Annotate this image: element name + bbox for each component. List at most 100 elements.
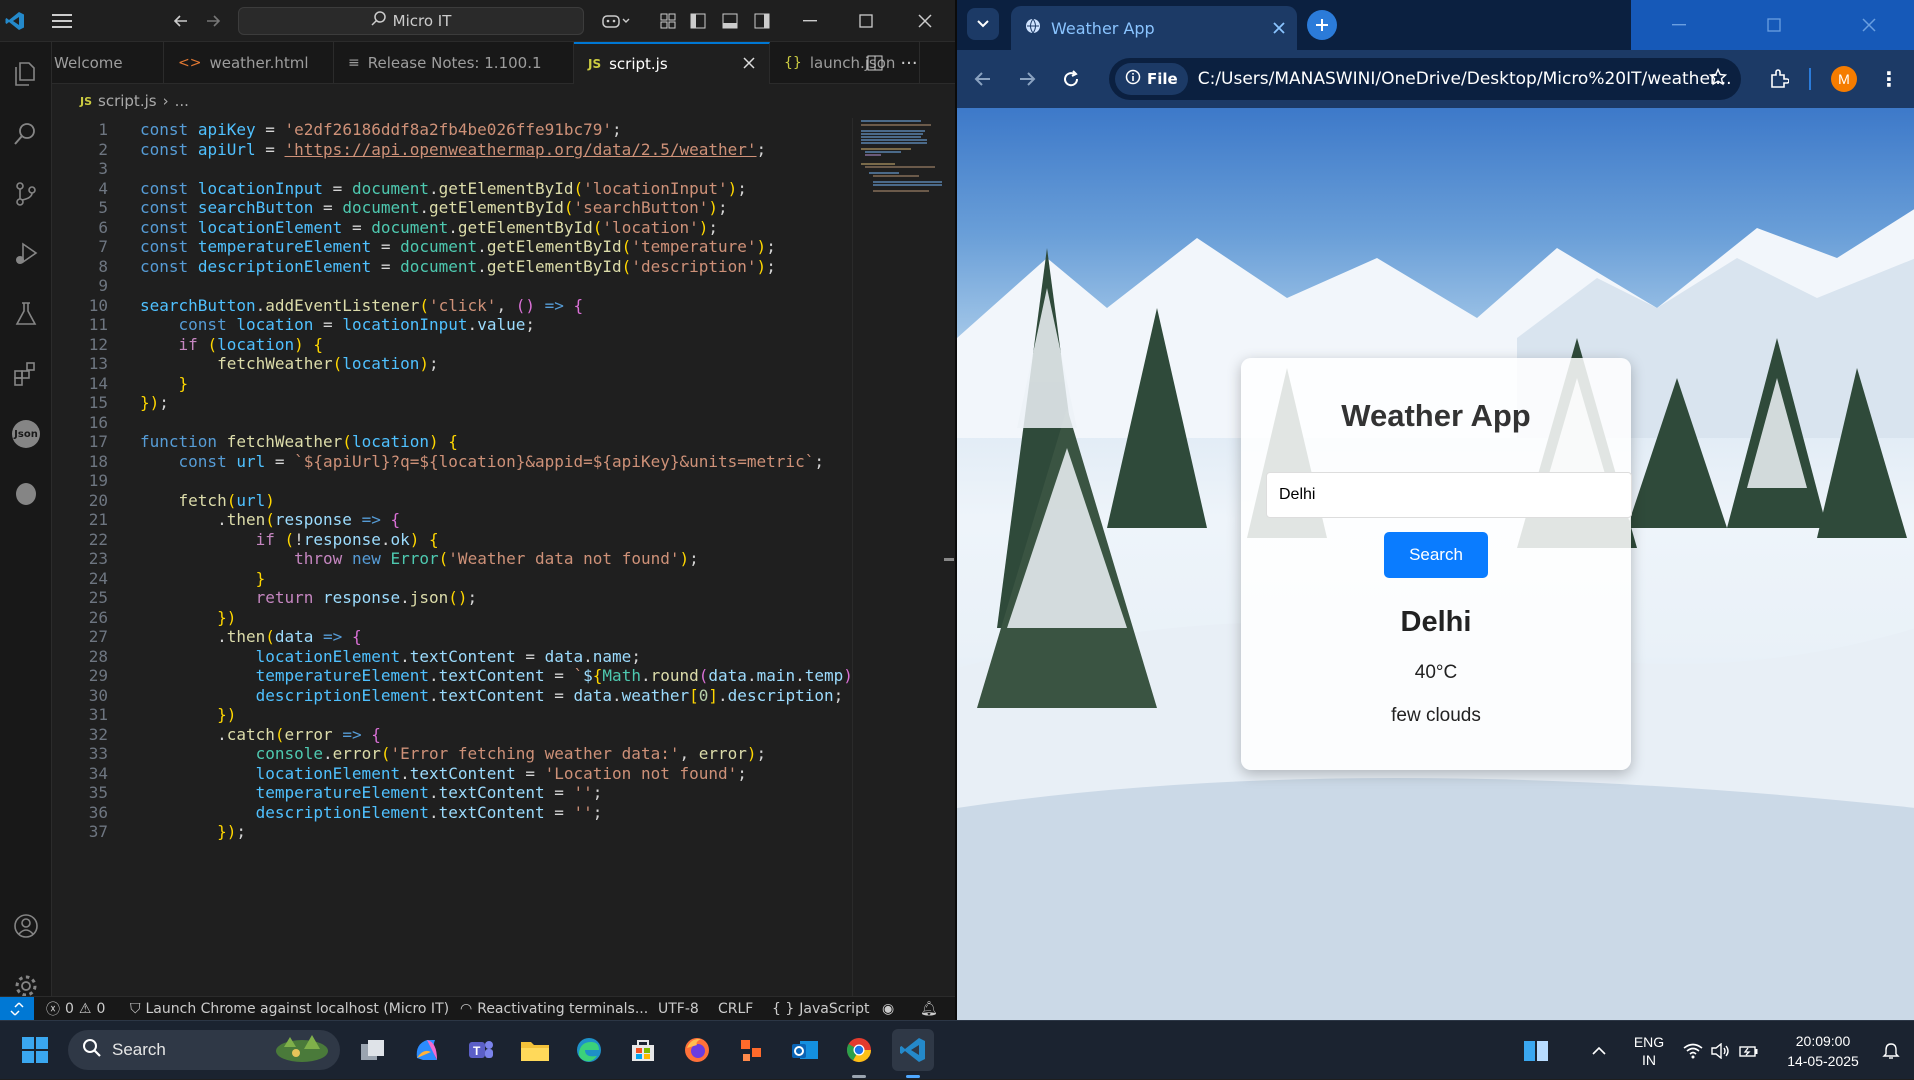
vscode-app-icon[interactable]	[892, 1029, 934, 1071]
temperature-result: 40°C	[1414, 662, 1458, 683]
breadcrumb-file[interactable]: script.js	[98, 92, 157, 110]
copilot-icon[interactable]	[596, 0, 636, 42]
chrome-icon[interactable]	[838, 1029, 880, 1071]
search-label: Search	[112, 1040, 166, 1059]
browser-tab-weather-app[interactable]: Weather App	[1011, 6, 1297, 50]
extensions-icon[interactable]	[0, 350, 52, 398]
tab-label: Release Notes: 1.100.1	[367, 54, 542, 72]
location-input[interactable]: Delhi	[1266, 472, 1632, 518]
profile-avatar[interactable]: M	[1831, 66, 1857, 92]
testing-icon[interactable]	[0, 290, 52, 338]
search-button[interactable]: Search	[1384, 532, 1488, 578]
back-arrow-icon[interactable]	[166, 0, 196, 42]
url-text: C:/Users/MANASWINI/OneDrive/Desktop/Micr…	[1197, 69, 1732, 89]
minimize-icon[interactable]	[790, 0, 830, 42]
vscode-window: Micro IT Json Welcome <> weather.html ≡ …	[0, 0, 955, 1021]
extensions-icon[interactable]	[1763, 64, 1795, 94]
breadcrumb-more[interactable]: ...	[175, 92, 189, 110]
widgets-icon[interactable]	[1512, 1021, 1560, 1080]
source-control-icon[interactable]	[0, 170, 52, 218]
maximize-icon[interactable]	[1726, 0, 1821, 50]
battery-icon[interactable]	[1736, 1021, 1762, 1080]
code-line[interactable]: 37 });	[52, 820, 852, 844]
copilot-status-icon[interactable]: ◉	[882, 997, 894, 1021]
wifi-icon[interactable]	[1680, 1021, 1706, 1080]
tab-script-js[interactable]: JS script.js	[574, 42, 770, 84]
status-bar: ⓧ 0 ⚠ 0 ⛉ Launch Chrome against localhost (…	[0, 996, 955, 1021]
new-tab-icon[interactable]	[1307, 10, 1337, 40]
toggle-panel-icon[interactable]	[716, 0, 744, 42]
explorer-icon[interactable]	[0, 50, 52, 98]
forward-arrow-icon[interactable]	[198, 0, 228, 42]
volume-icon[interactable]	[1708, 1021, 1734, 1080]
firefox-icon[interactable]	[676, 1029, 718, 1071]
minimize-icon[interactable]	[1631, 0, 1726, 50]
edge-icon[interactable]	[568, 1029, 610, 1071]
show-hidden-icons[interactable]	[1584, 1021, 1614, 1080]
json-icon[interactable]: Json	[0, 410, 52, 458]
encoding-status[interactable]: UTF-8	[658, 997, 699, 1021]
warnings-count: 0	[96, 1001, 106, 1017]
microsoft-store-icon[interactable]	[622, 1029, 664, 1071]
language-label: JavaScript	[799, 1001, 870, 1017]
debug-launch-status[interactable]: ⛉ Launch Chrome against localhost (Micro …	[130, 997, 449, 1021]
back-arrow-icon[interactable]	[967, 64, 999, 94]
maximize-icon[interactable]	[846, 0, 886, 42]
tab-search-icon[interactable]	[967, 8, 999, 40]
menu-icon[interactable]	[44, 0, 80, 42]
tab-welcome[interactable]: Welcome	[52, 42, 164, 84]
taskbar-search[interactable]: Search	[68, 1030, 340, 1070]
weather-card: Weather App Delhi Search Delhi 40°C few …	[1241, 358, 1632, 770]
problems-indicator[interactable]: ⓧ 0 ⚠ 0	[46, 997, 105, 1021]
file-label: File	[1147, 70, 1178, 88]
browser-menu-icon[interactable]: ⋮	[1877, 64, 1901, 94]
database-icon[interactable]	[0, 470, 52, 518]
language-mode[interactable]: { } JavaScript	[772, 997, 869, 1021]
search-icon[interactable]	[0, 110, 52, 158]
reload-icon[interactable]	[1055, 64, 1087, 94]
eol-status[interactable]: CRLF	[718, 997, 753, 1021]
tab-weather-html[interactable]: <> weather.html	[164, 42, 334, 84]
clock[interactable]: 20:09:00 14-05-2025	[1778, 1021, 1868, 1080]
tab-label: Welcome	[54, 54, 123, 72]
layout-icon[interactable]	[654, 0, 682, 42]
toggle-sidebar-icon[interactable]	[684, 0, 712, 42]
close-icon[interactable]	[1821, 0, 1914, 50]
teams-icon[interactable]: T	[460, 1029, 502, 1071]
forward-arrow-icon[interactable]	[1011, 64, 1043, 94]
code-editor[interactable]: 1 const apiKey = 'e2df26186ddf8a2fb4be026…	[52, 118, 852, 996]
language-indicator[interactable]: ENG IN	[1626, 1021, 1672, 1080]
notes-icon: ≡	[348, 55, 360, 71]
file-explorer-icon[interactable]	[514, 1029, 556, 1071]
editor-scrollbar[interactable]	[942, 118, 955, 996]
toggle-secondary-sidebar-icon[interactable]	[748, 0, 776, 42]
split-editor-icon[interactable]	[860, 42, 890, 84]
office-app-icon[interactable]	[730, 1029, 772, 1071]
more-actions-icon[interactable]: ···	[894, 42, 924, 84]
sync-icon: ◠	[460, 1001, 473, 1017]
tab-release-notes[interactable]: ≡ Release Notes: 1.100.1	[334, 42, 574, 84]
notifications-icon[interactable]: 🔔︎	[920, 997, 938, 1021]
minimap[interactable]	[852, 118, 943, 996]
command-center[interactable]: Micro IT	[238, 7, 584, 35]
task-view-icon[interactable]	[352, 1029, 394, 1071]
toolbar-divider	[1809, 68, 1811, 90]
close-tab-icon[interactable]	[1273, 19, 1285, 38]
site-info-chip[interactable]: File	[1115, 63, 1188, 95]
browser-toolbar: File C:/Users/MANASWINI/OneDrive/Desktop…	[957, 50, 1914, 108]
remote-indicator-icon[interactable]	[0, 997, 34, 1021]
bookmark-star-icon[interactable]	[1708, 67, 1728, 91]
run-debug-icon[interactable]	[0, 230, 52, 278]
close-tab-icon[interactable]	[743, 55, 755, 73]
address-bar[interactable]: File C:/Users/MANASWINI/OneDrive/Desktop…	[1109, 58, 1741, 100]
info-icon	[1125, 69, 1141, 89]
close-icon[interactable]	[905, 0, 945, 42]
notification-bell-icon[interactable]	[1876, 1021, 1906, 1080]
windows-start-icon[interactable]	[14, 1029, 56, 1071]
copilot-app-icon[interactable]	[406, 1029, 448, 1071]
task-status[interactable]: ◠ Reactivating terminals...	[460, 997, 648, 1021]
app-heading: Weather App	[1341, 398, 1531, 433]
account-icon[interactable]	[0, 902, 52, 950]
outlook-icon[interactable]	[784, 1029, 826, 1071]
clock-time: 20:09:00	[1795, 1032, 1851, 1049]
